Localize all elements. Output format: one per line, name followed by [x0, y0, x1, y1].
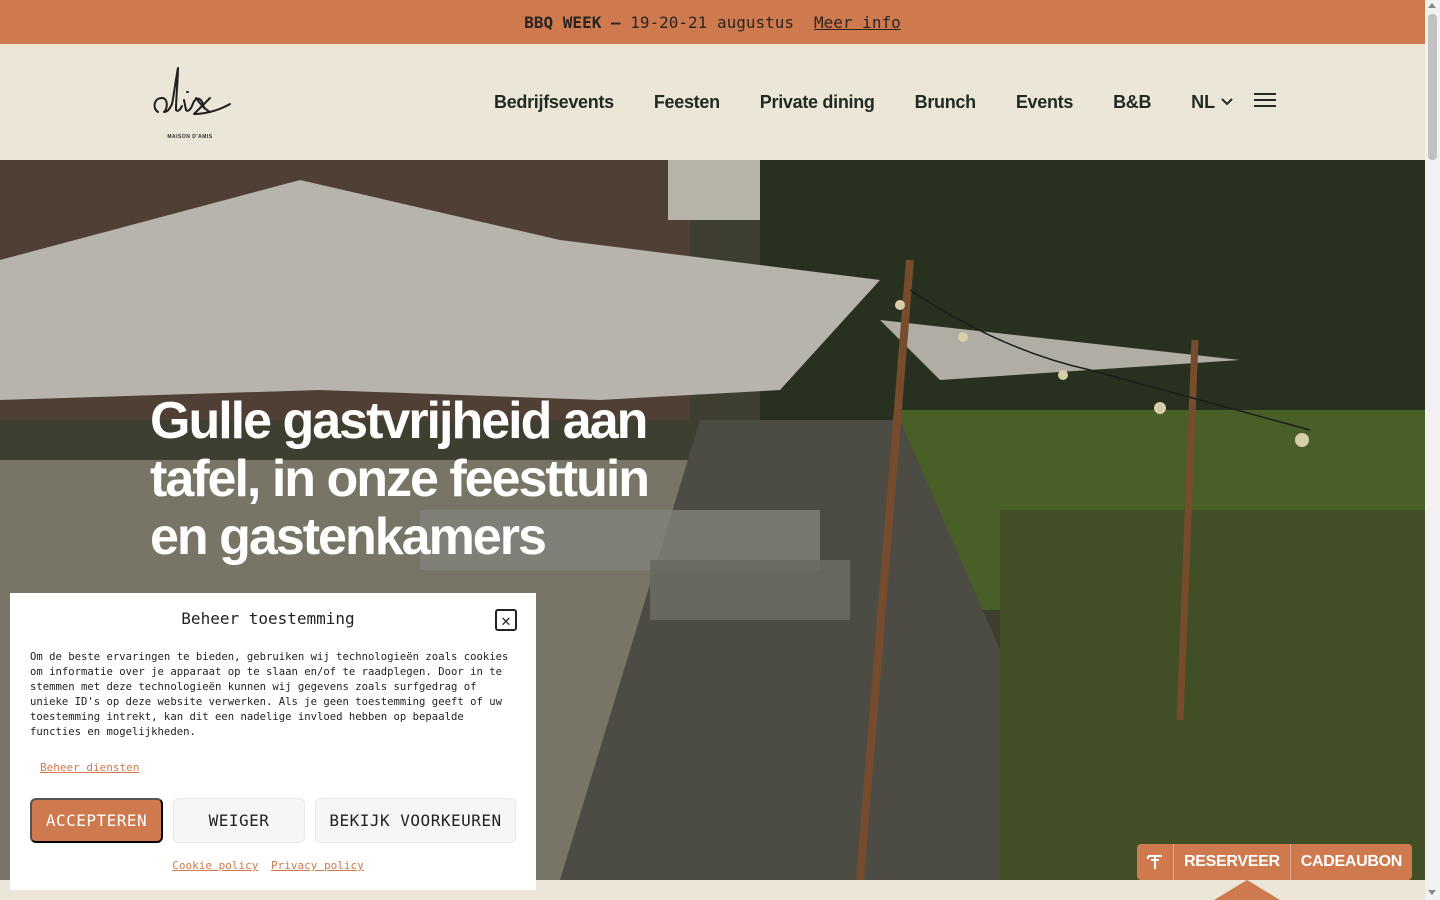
privacy-policy-link[interactable]: Privacy policy: [271, 859, 364, 872]
hero-title: Gulle gastvrijheid aan tafel, in onze fe…: [150, 392, 650, 566]
nav-item-bedrijfsevents[interactable]: Bedrijfsevents: [494, 92, 614, 113]
nav-item-events[interactable]: Events: [1016, 92, 1074, 113]
menu-icon[interactable]: [1254, 93, 1276, 111]
consent-title: Beheer toestemming: [181, 609, 355, 628]
cta-bar: RESERVEER CADEAUBON: [1137, 844, 1413, 880]
alix-logo-icon: [153, 67, 231, 115]
announcement-bar: BBQ WEEK — 19-20-21 augustus Meer info: [0, 0, 1425, 44]
more-info-link[interactable]: Meer info: [814, 13, 901, 32]
close-icon[interactable]: ✕: [495, 609, 517, 631]
nav-item-bnb[interactable]: B&B: [1113, 92, 1151, 113]
nav-item-private-dining[interactable]: Private dining: [760, 92, 875, 113]
giftcard-button[interactable]: CADEAUBON: [1291, 844, 1412, 880]
cta-notch: [1214, 880, 1280, 900]
language-label: NL: [1191, 91, 1216, 112]
announcement-separator: —: [610, 12, 621, 32]
reserve-button[interactable]: RESERVEER: [1174, 844, 1291, 880]
tablebooker-icon: [1147, 855, 1162, 869]
language-selector[interactable]: NL: [1191, 92, 1233, 113]
nav-item-feesten[interactable]: Feesten: [654, 92, 720, 113]
deny-button[interactable]: WEIGER: [173, 798, 305, 843]
view-preferences-button[interactable]: BEKIJK VOORKEUREN: [315, 798, 516, 843]
nav-item-brunch[interactable]: Brunch: [915, 92, 977, 113]
chevron-down-icon: [1221, 98, 1233, 106]
scroll-up-icon[interactable]: [1428, 3, 1436, 8]
consent-body: Om de beste ervaringen te bieden, gebrui…: [30, 651, 509, 738]
logo[interactable]: MAISON D'AMIS: [150, 64, 232, 142]
scrollbar[interactable]: [1425, 0, 1440, 900]
site-header: MAISON D'AMIS Bedrijfsevents Feesten Pri…: [0, 44, 1425, 160]
scroll-down-icon[interactable]: [1428, 890, 1436, 895]
manage-services-link[interactable]: Beheer diensten: [40, 761, 139, 774]
cta-logo-button[interactable]: [1137, 844, 1174, 880]
announcement-dates: 19-20-21 augustus: [630, 12, 795, 32]
announcement-event: BBQ WEEK: [524, 12, 602, 32]
main-nav: Bedrijfsevents Feesten Private dining Br…: [494, 44, 1233, 160]
cookie-consent-dialog: Beheer toestemming ✕ Om de beste ervarin…: [10, 593, 536, 890]
scrollbar-thumb[interactable]: [1428, 14, 1437, 160]
consent-policy-links: Cookie policy Privacy policy: [10, 859, 526, 872]
accept-button[interactable]: ACCEPTEREN: [30, 798, 163, 843]
cookie-policy-link[interactable]: Cookie policy: [172, 859, 258, 872]
logo-subtitle: MAISON D'AMIS: [167, 134, 213, 140]
